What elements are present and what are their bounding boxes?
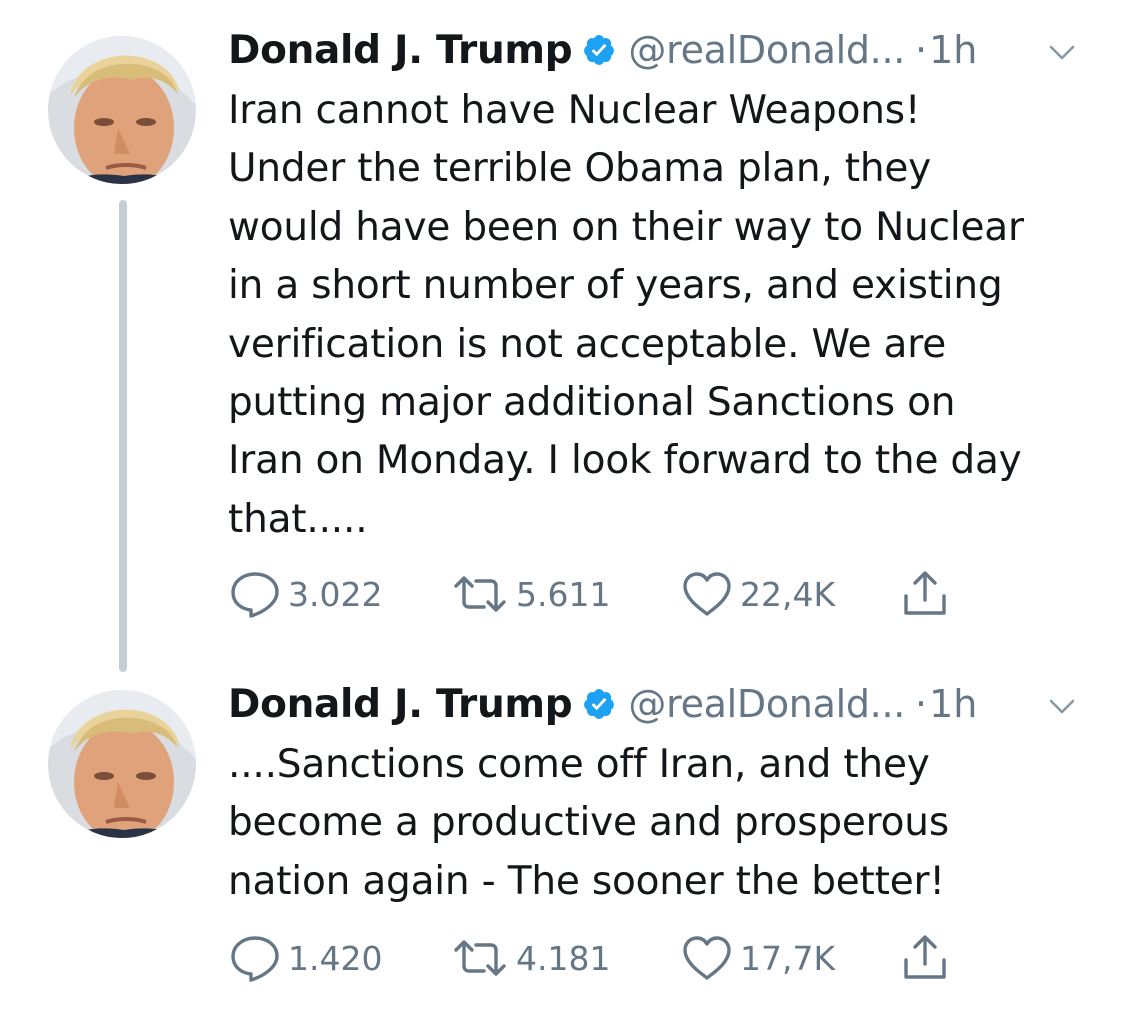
verified-badge-icon: [584, 689, 615, 719]
reply-icon: [231, 936, 279, 982]
retweet-icon: [454, 940, 506, 976]
tweet-actions: 1.420 4.181 17,7K: [228, 932, 968, 984]
tweet-text-line: in a short number of years, and existing: [228, 263, 1003, 309]
author-name[interactable]: Donald J. Trump: [228, 682, 573, 727]
share-button[interactable]: [900, 568, 950, 620]
tweet-text-line: verification is not acceptable. We are: [228, 321, 947, 367]
tweet-text-line: Iran cannot have Nuclear Weapons!: [228, 88, 921, 133]
tweet-timestamp[interactable]: 1h: [929, 682, 977, 726]
retweet-count: 4.181: [516, 938, 611, 978]
reply-button[interactable]: 3.022: [228, 568, 382, 620]
retweet-button[interactable]: 5.611: [450, 568, 610, 620]
tweet-text-line: would have been on their way to Nuclear: [228, 204, 1024, 250]
tweet-header: Donald J. Trump @realDonald... · 1h: [228, 22, 1098, 78]
tweet-text-line: Iran on Monday. I look forward to the da…: [228, 438, 1022, 484]
avatar[interactable]: [48, 690, 196, 838]
tweet-actions: 3.022 5.611 22,4K: [228, 568, 968, 620]
tweet-text-line: become a productive and prosperous: [228, 800, 949, 846]
reply-icon: [231, 572, 279, 618]
heart-icon: [683, 572, 731, 616]
chevron-down-icon[interactable]: [1046, 690, 1078, 722]
author-handle[interactable]: @realDonald...: [628, 28, 905, 72]
reply-count: 1.420: [288, 938, 383, 978]
tweet-text-line: putting major additional Sanctions on: [228, 380, 956, 426]
tweet-header: Donald J. Trump @realDonald... · 1h: [228, 676, 1098, 732]
like-button[interactable]: 17,7K: [680, 932, 835, 984]
share-button[interactable]: [900, 932, 950, 984]
verified-badge-icon: [584, 35, 615, 65]
tweet-text: ....Sanctions come off Iran, and they be…: [228, 736, 1088, 911]
reply-button[interactable]: 1.420: [228, 932, 382, 984]
like-button[interactable]: 22,4K: [680, 568, 835, 620]
tweet-text-line: that.....: [228, 496, 368, 542]
header-separator: ·: [915, 28, 928, 72]
retweet-button[interactable]: 4.181: [450, 932, 610, 984]
author-handle[interactable]: @realDonald...: [628, 682, 905, 726]
avatar[interactable]: [48, 36, 196, 184]
tweet-text: Iran cannot have Nuclear Weapons! Under …: [228, 82, 1088, 549]
retweet-count: 5.611: [516, 574, 611, 614]
share-icon: [904, 571, 946, 615]
reply-count: 3.022: [288, 574, 383, 614]
share-icon: [904, 935, 946, 979]
tweet-text-line: nation again - The sooner the better!: [228, 858, 945, 904]
author-name[interactable]: Donald J. Trump: [228, 28, 573, 73]
tweet-1[interactable]: Donald J. Trump @realDonald... · 1h Iran…: [0, 22, 1125, 642]
tweet-2[interactable]: Donald J. Trump @realDonald... · 1h ....…: [0, 676, 1125, 996]
tweet-text-line: ....Sanctions come off Iran, and they: [228, 742, 930, 787]
like-count: 17,7K: [740, 938, 836, 978]
heart-icon: [683, 936, 731, 980]
chevron-down-icon[interactable]: [1046, 36, 1078, 68]
tweet-timestamp[interactable]: 1h: [929, 28, 977, 72]
tweet-text-line: Under the terrible Obama plan, they: [228, 146, 932, 192]
header-separator: ·: [915, 682, 928, 726]
like-count: 22,4K: [740, 574, 836, 614]
retweet-icon: [454, 576, 506, 612]
